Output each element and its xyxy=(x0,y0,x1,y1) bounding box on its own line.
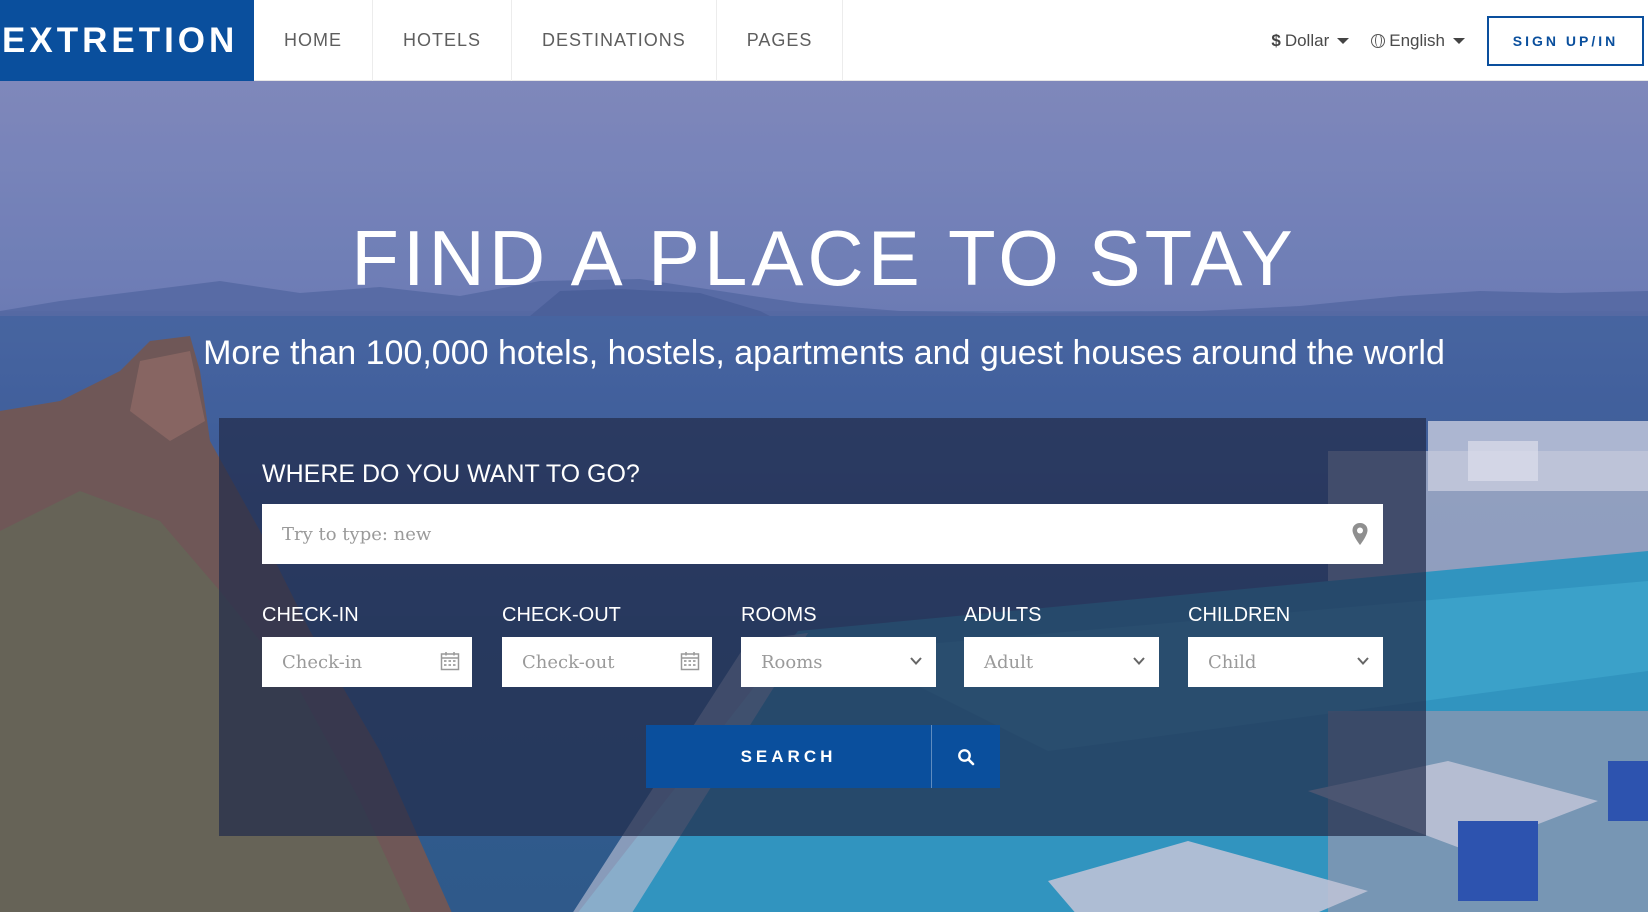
nav-item-hotels[interactable]: HOTELS xyxy=(373,0,513,81)
rooms-placeholder: Rooms xyxy=(761,651,823,673)
adults-label: ADULTS xyxy=(964,604,1042,626)
calendar-icon xyxy=(440,652,460,671)
signup-button[interactable]: SIGN UP/IN xyxy=(1487,15,1644,66)
checkout-field[interactable]: Check-out xyxy=(502,637,712,687)
checkin-label: CHECK-IN xyxy=(262,604,359,626)
children-label: CHILDREN xyxy=(1188,604,1291,626)
site-header: EXTRETION HOME HOTELS DESTINATIONS PAGES… xyxy=(0,0,1648,81)
header-right: $ Dollar English SIGN UP/IN xyxy=(1271,0,1648,81)
checkin-placeholder: Check-in xyxy=(282,651,363,673)
currency-label: Dollar xyxy=(1284,30,1330,50)
caret-down-icon xyxy=(1337,37,1350,44)
chevron-down-icon xyxy=(1357,657,1369,665)
chevron-down-icon xyxy=(910,657,922,665)
adults-select[interactable]: Adult xyxy=(964,637,1159,687)
caret-down-icon xyxy=(1453,37,1465,44)
chevron-down-icon xyxy=(1133,657,1145,665)
search-heading: WHERE DO YOU WANT TO GO? xyxy=(262,460,640,488)
language-label: English xyxy=(1389,30,1445,50)
hero-title: FIND A PLACE TO STAY xyxy=(351,214,1297,302)
search-button[interactable]: SEARCH xyxy=(646,725,1000,788)
destination-field[interactable] xyxy=(262,504,1383,564)
site-logo[interactable]: EXTRETION xyxy=(0,0,254,81)
adults-placeholder: Adult xyxy=(984,651,1034,673)
dollar-icon: $ xyxy=(1271,30,1281,50)
rooms-label: ROOMS xyxy=(741,604,817,626)
rooms-select[interactable]: Rooms xyxy=(741,637,936,687)
children-placeholder: Child xyxy=(1208,651,1257,673)
language-dropdown[interactable]: English xyxy=(1371,31,1465,51)
main-nav: HOME HOTELS DESTINATIONS PAGES xyxy=(254,0,844,81)
hero-subtitle: More than 100,000 hotels, hostels, apart… xyxy=(203,334,1445,372)
map-pin-icon xyxy=(1352,523,1368,545)
globe-icon xyxy=(1371,33,1386,48)
calendar-icon xyxy=(680,652,700,671)
checkout-placeholder: Check-out xyxy=(522,651,615,673)
nav-item-home[interactable]: HOME xyxy=(254,0,373,81)
search-button-label: SEARCH xyxy=(646,725,932,788)
search-icon xyxy=(932,725,1000,788)
children-select[interactable]: Child xyxy=(1188,637,1383,687)
currency-dropdown[interactable]: $ Dollar xyxy=(1271,30,1350,51)
checkout-label: CHECK-OUT xyxy=(502,604,621,626)
nav-item-destinations[interactable]: DESTINATIONS xyxy=(512,0,717,81)
nav-item-pages[interactable]: PAGES xyxy=(717,0,844,81)
hero-section: FIND A PLACE TO STAY More than 100,000 h… xyxy=(0,81,1648,912)
search-panel: WHERE DO YOU WANT TO GO? CHECK-IN Check-… xyxy=(219,418,1426,836)
destination-input[interactable] xyxy=(282,523,1322,545)
checkin-field[interactable]: Check-in xyxy=(262,637,472,687)
